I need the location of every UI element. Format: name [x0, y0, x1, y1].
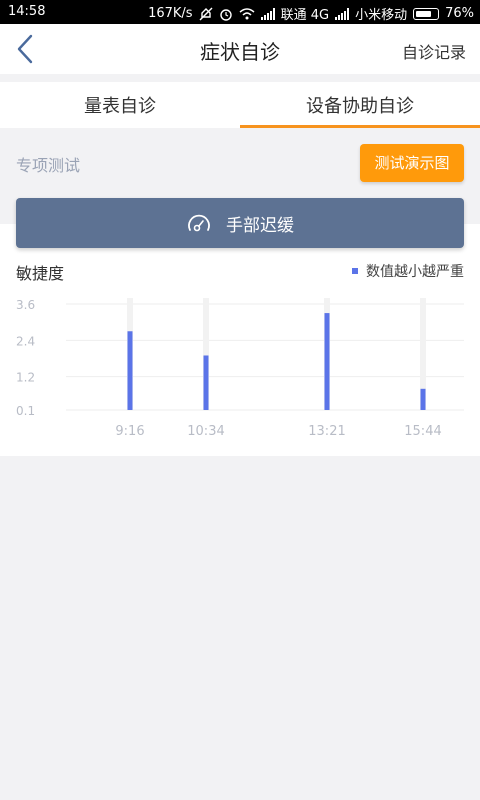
record-link[interactable]: 自诊记录 — [402, 39, 466, 63]
chart-title: 敏捷度 — [16, 264, 65, 283]
signal-icon — [260, 7, 275, 20]
signal-icon — [335, 7, 350, 20]
agility-chart: 0.1 1.2 2.4 3.6 9:16 10:34 13:21 15:44 — [16, 298, 464, 439]
legend-label: 数值越小越严重 — [366, 264, 464, 280]
battery-level: 76% — [445, 6, 474, 21]
y-tick-label: 2.4 — [16, 334, 35, 348]
tab-scale[interactable]: 量表自诊 — [0, 82, 240, 128]
y-tick-label: 1.2 — [16, 371, 35, 385]
gauge-icon — [188, 214, 210, 232]
section-label: 专项测试 — [16, 156, 81, 175]
tab-bar: 量表自诊 设备协助自诊 — [0, 82, 480, 128]
bar — [324, 313, 330, 410]
bar — [127, 331, 133, 410]
x-tick-label: 15:44 — [404, 424, 441, 439]
y-tick-label: 3.6 — [16, 298, 35, 312]
legend-swatch — [352, 268, 358, 274]
x-tick-label: 10:34 — [187, 424, 224, 439]
wifi-icon — [239, 8, 255, 20]
hand-slowness-label: 手部迟缓 — [226, 215, 294, 236]
x-tick-label: 9:16 — [115, 424, 144, 439]
y-tick-label: 0.1 — [16, 404, 35, 418]
chart-legend: 数值越小越严重 — [352, 261, 464, 281]
x-tick-label: 13:21 — [308, 424, 345, 439]
carrier-1: 联通 4G — [280, 8, 330, 23]
tab-device[interactable]: 设备协助自诊 — [240, 82, 480, 128]
alarm-icon — [219, 8, 232, 21]
hand-slowness-button[interactable]: 手部迟缓 — [16, 198, 464, 248]
nav-bar: 症状自诊 自诊记录 — [0, 24, 480, 74]
bar — [420, 388, 426, 410]
battery-icon — [413, 7, 440, 20]
carrier-2: 小米移动 — [355, 8, 408, 23]
status-bar: 14:58 167K/s 联通 4G 小米移动 76% — [0, 0, 480, 24]
network-speed: 167K/s — [148, 6, 193, 21]
bar — [203, 355, 209, 410]
silent-icon — [199, 7, 213, 20]
status-time: 14:58 — [8, 4, 46, 19]
demo-button[interactable]: 测试演示图 — [360, 144, 464, 182]
status-right: 167K/s 联通 4G 小米移动 76% — [148, 4, 474, 23]
